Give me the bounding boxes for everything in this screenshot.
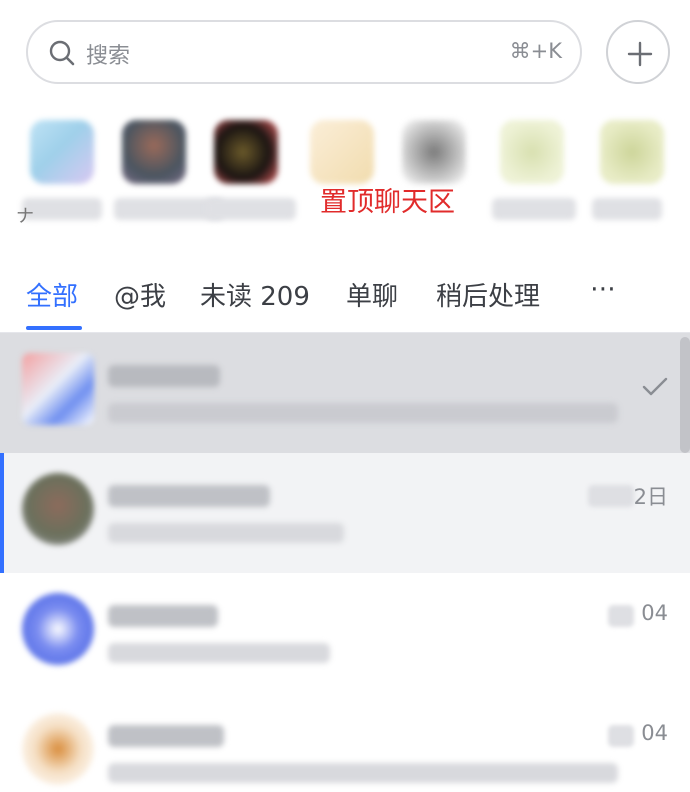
time-redacted [608,725,634,747]
scrollbar[interactable] [680,337,690,453]
avatar [22,473,94,545]
avatar [30,120,94,184]
pinned-chat[interactable] [402,120,466,184]
time-redacted [588,485,634,507]
avatar [600,120,664,184]
pinned-chat[interactable] [592,120,664,220]
pinned-chat-name [492,198,576,220]
chat-preview [108,643,330,663]
avatar [22,353,94,425]
check-icon [642,377,668,396]
tab-mentions[interactable]: @我 [114,276,166,313]
search-placeholder: 搜索 [86,44,131,69]
avatar [22,593,94,665]
pinned-chat[interactable] [492,120,576,220]
chat-time: 2日 [633,485,668,509]
chat-title [108,725,224,747]
chat-item[interactable]: 04 [0,693,690,792]
chat-title [108,605,218,627]
pinned-chat[interactable] [22,120,102,220]
add-button[interactable] [606,20,670,84]
chat-title [108,485,270,507]
avatar [310,120,374,184]
pinned-chat[interactable] [310,120,374,184]
chat-item[interactable]: 04 [0,573,690,693]
pinned-chat[interactable] [206,120,296,220]
chat-title [108,365,220,387]
pinned-area-label: 置顶聊天区 [320,187,455,218]
pinned-name-fragment: ナ [16,206,34,227]
search-shortcut: ⌘+K [509,39,562,63]
chat-preview [108,523,344,543]
chat-item-done[interactable] [0,333,690,453]
pinned-chat-name [22,198,102,220]
active-tab-indicator [26,326,82,330]
time-redacted [608,605,634,627]
chat-time: 04 [641,601,668,625]
selection-indicator [0,453,4,573]
pinned-chat-name [206,198,296,220]
chat-preview [108,403,618,423]
chat-time: 04 [641,721,668,745]
avatar [214,120,278,184]
chat-preview [108,763,618,783]
pinned-chats: ナ 置顶聊天区 [0,104,690,244]
avatar [122,120,186,184]
search-input[interactable]: 搜索 ⌘+K [26,20,582,84]
search-row: 搜索 ⌘+K [0,0,690,104]
search-icon [49,40,75,66]
tab-direct[interactable]: 单聊 [346,276,398,313]
pinned-chat[interactable] [114,120,224,220]
avatar [22,713,94,785]
more-tabs-icon[interactable]: ⋯ [590,274,617,304]
chat-item-selected[interactable]: 2日 [0,453,690,573]
tab-later[interactable]: 稍后处理 [436,276,540,313]
filter-tabs: 全部 @我 未读 209 单聊 稍后处理 ⋯ [0,262,690,332]
tab-all[interactable]: 全部 [26,276,78,313]
avatar [500,120,564,184]
chat-list: 2日 04 04 [0,333,690,792]
plus-icon [627,41,653,67]
avatar [402,120,466,184]
pinned-chat-name [592,198,662,220]
tab-unread[interactable]: 未读 209 [200,276,310,313]
